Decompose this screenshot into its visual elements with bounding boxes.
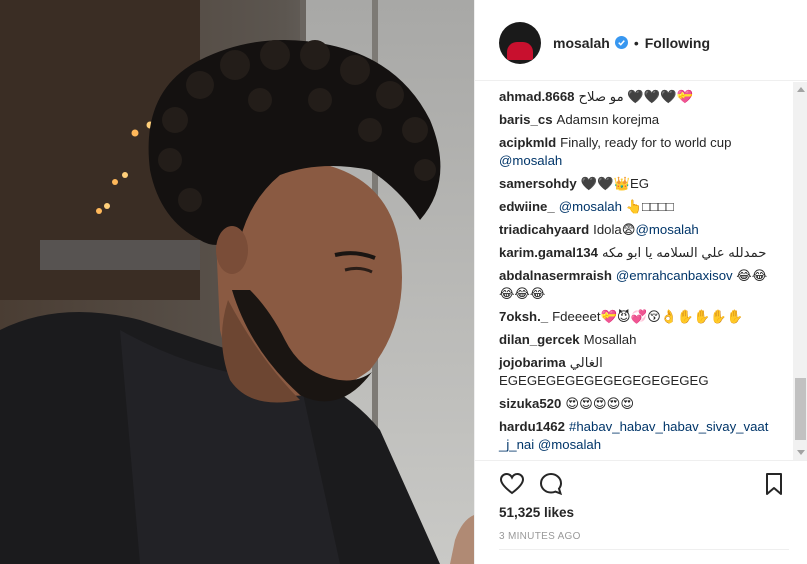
comment-text: مو صلاح 🖤🖤🖤💝 xyxy=(578,89,693,104)
following-button[interactable]: Following xyxy=(645,35,710,51)
separator-dot: • xyxy=(633,34,639,51)
comment-text: Idola😨 xyxy=(593,222,636,237)
comment-username[interactable]: hardu1462 xyxy=(499,419,565,434)
comments-list: ahmad.8668 مو صلاح 🖤🖤🖤💝 baris_cs Adamsın k… xyxy=(475,82,795,460)
comment-mention[interactable]: @mosalah xyxy=(499,153,562,168)
comment-icon[interactable] xyxy=(538,471,564,497)
comment-text: Mosallah xyxy=(583,332,637,347)
comments-scrollbar[interactable] xyxy=(793,82,807,460)
comment-username[interactable]: 7oksh._ xyxy=(499,309,548,324)
comment: triadicahyaard Idola😨@mosalah xyxy=(499,221,773,239)
comment-username[interactable]: baris_cs xyxy=(499,112,553,127)
comment-username[interactable]: triadicahyaard xyxy=(499,222,589,237)
comment-username[interactable]: edwiine_ xyxy=(499,199,555,214)
post-header: mosalah • Following xyxy=(475,5,807,81)
comment-text: 🖤🖤👑EG xyxy=(580,176,650,191)
comment: karim.gamal134 حمدلله علي السلامه يا ابو … xyxy=(499,244,773,262)
comment-text: 😍😍😍😍😍 xyxy=(565,396,635,411)
divider xyxy=(499,549,789,550)
likes-count[interactable]: 51,325 likes xyxy=(499,505,574,520)
comment-username[interactable]: ahmad.8668 xyxy=(499,89,575,104)
comment-username[interactable]: jojobarima xyxy=(499,355,566,370)
post-username[interactable]: mosalah xyxy=(553,35,610,51)
comment: ahmad.8668 مو صلاح 🖤🖤🖤💝 xyxy=(499,88,773,106)
verified-badge-icon xyxy=(614,36,628,49)
comment-text: حمدلله علي السلامه يا ابو مكه xyxy=(601,245,767,260)
comment-username[interactable]: samersohdy xyxy=(499,176,577,191)
comment-username[interactable]: dilan_gercek xyxy=(499,332,580,347)
photo-illustration xyxy=(0,0,474,564)
comment: samersohdy 🖤🖤👑EG xyxy=(499,175,773,193)
avatar[interactable] xyxy=(499,21,541,64)
comment: abdalnasermraish @emrahcanbaxisov 😂😂😂😂😂 xyxy=(499,267,773,303)
post-photo[interactable] xyxy=(0,0,474,564)
heart-icon[interactable] xyxy=(499,471,525,497)
comment-username[interactable]: karim.gamal134 xyxy=(499,245,598,260)
scroll-down-arrow-icon[interactable] xyxy=(797,450,805,455)
comment: jojobarima الغالي EGEGEGEGEGEGEGEGEGEGEG xyxy=(499,354,773,390)
comment-mention[interactable]: @mosalah xyxy=(559,199,622,214)
comment-username[interactable]: acipkmld xyxy=(499,135,556,150)
comment-mention[interactable]: @mosalah xyxy=(636,222,699,237)
comment: sizuka520 😍😍😍😍😍 xyxy=(499,395,773,413)
comment: dilan_gercek Mosallah xyxy=(499,331,773,349)
post-panel: mosalah • Following ahmad.8668 مو صلاح 🖤🖤… xyxy=(474,0,807,564)
comment: acipkmld Finally, ready for to world cup … xyxy=(499,134,773,170)
scrollbar-thumb[interactable] xyxy=(795,378,806,440)
comment-username[interactable]: sizuka520 xyxy=(499,396,561,411)
scroll-up-arrow-icon[interactable] xyxy=(797,87,805,92)
comment: 7oksh._ Fdeeeet💝😈💞😚👌✋✋✋✋ xyxy=(499,308,773,326)
comment: edwiine_ @mosalah 👆□□□□ xyxy=(499,198,773,216)
post-timestamp: 3 MINUTES AGO xyxy=(499,531,581,542)
comment: baris_cs Adamsın korejma xyxy=(499,111,773,129)
comment-mention[interactable]: @emrahcanbaxisov xyxy=(616,268,733,283)
comment-text: Finally, ready for to world cup xyxy=(560,135,732,150)
comment: hardu1462 #habav_habav_habav_sivay_vaat_j… xyxy=(499,418,773,454)
post-actions: 51,325 likes 3 MINUTES AGO xyxy=(475,460,807,564)
comment-text: Adamsın korejma xyxy=(556,112,660,127)
comment-username[interactable]: abdalnasermraish xyxy=(499,268,612,283)
comment-text: 👆□□□□ xyxy=(621,199,674,214)
comment-text: Fdeeeet💝😈💞😚👌✋✋✋✋ xyxy=(552,309,743,324)
bookmark-icon[interactable] xyxy=(761,471,787,497)
